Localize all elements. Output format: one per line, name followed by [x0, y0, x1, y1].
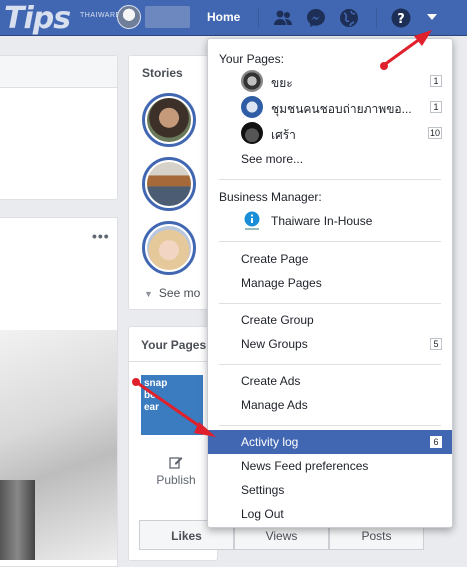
business-item[interactable]: Thaiware In-House	[208, 209, 452, 233]
page-item[interactable]: ขยะ 1	[208, 69, 452, 93]
composer-card-header	[0, 56, 117, 88]
page-name: ชุมชนคนชอบถ่ายภาพขอ...	[271, 102, 412, 116]
your-pages-section-label: Your Pages:	[219, 52, 284, 66]
new-groups-label: New Groups	[241, 337, 308, 351]
home-link[interactable]: Home	[207, 10, 240, 24]
messenger-icon[interactable]	[305, 7, 327, 29]
manage-ads-item[interactable]: Manage Ads	[208, 393, 452, 417]
create-page-item[interactable]: Create Page	[208, 247, 452, 271]
news-feed-preferences-item[interactable]: News Feed preferences	[208, 454, 452, 478]
menu-divider	[219, 303, 441, 304]
watermark-brand: THAIWARE	[80, 12, 121, 19]
post-options-icon[interactable]: •••	[92, 228, 110, 244]
menu-divider	[219, 179, 441, 180]
settings-item[interactable]: Settings	[208, 478, 452, 502]
create-group-label: Create Group	[241, 313, 314, 327]
menu-divider	[219, 364, 441, 365]
story-image	[147, 226, 191, 270]
menu-divider	[219, 241, 441, 242]
story-thumbnail[interactable]	[142, 157, 196, 211]
globe-icon[interactable]	[338, 7, 360, 29]
story-image	[147, 98, 191, 142]
see-more-stories-label: See mo	[158, 286, 201, 300]
watermark-logo: Tips	[4, 1, 71, 36]
chevron-down-icon: ▼	[144, 289, 153, 299]
see-more-pages-link[interactable]: See more...	[208, 147, 452, 171]
svg-text:?: ?	[397, 12, 405, 27]
manage-pages-item[interactable]: Manage Pages	[208, 271, 452, 295]
story-thumbnail[interactable]	[142, 221, 196, 275]
page-item[interactable]: ชุมชนคนชอบถ่ายภาพขอ... 1	[208, 95, 452, 119]
page-logo-text: ear	[144, 402, 160, 413]
account-dropdown-menu: Your Pages: ขยะ 1 ชุมชนคนชอบถ่ายภาพขอ...…	[207, 38, 453, 528]
friends-icon[interactable]	[272, 7, 294, 29]
stories-title: Stories	[142, 66, 183, 80]
your-pages-title: Your Pages	[141, 338, 207, 352]
page-avatar	[241, 96, 263, 118]
post-photo[interactable]	[0, 330, 117, 560]
profile-avatar[interactable]	[117, 5, 141, 29]
notification-count-badge: 1	[430, 101, 442, 113]
stories-card: Stories ▼ See mo	[128, 55, 218, 310]
page-avatar	[241, 122, 263, 144]
caret-down-icon[interactable]	[426, 11, 438, 25]
create-ads-item[interactable]: Create Ads	[208, 369, 452, 393]
page-name: เศร้า	[271, 128, 296, 142]
divider	[129, 361, 217, 362]
activity-log-label: Activity log	[241, 435, 299, 449]
topbar-divider	[376, 8, 377, 28]
see-more-stories-link[interactable]: ▼ See mo	[144, 286, 200, 300]
photo-detail	[0, 480, 35, 560]
top-navigation-bar: Tips THAIWARE Home ?	[0, 0, 467, 36]
help-icon[interactable]: ?	[390, 7, 412, 29]
page-logo-text: be	[144, 390, 156, 401]
log-out-item[interactable]: Log Out	[208, 502, 452, 526]
notification-count-badge: 6	[430, 436, 442, 448]
composer-card	[0, 55, 118, 200]
new-groups-item[interactable]: New Groups 5	[208, 332, 452, 356]
page-logo-text: snap	[144, 378, 168, 389]
publish-button[interactable]: Publish	[151, 455, 201, 487]
info-icon	[243, 210, 265, 232]
story-image	[147, 162, 191, 206]
page-avatar	[241, 70, 263, 92]
notification-count-badge: 1	[430, 75, 442, 87]
notification-count-badge: 5	[430, 338, 442, 350]
page-item[interactable]: เศร้า 10	[208, 121, 452, 145]
topbar-divider	[258, 8, 259, 28]
page-name: ขยะ	[271, 76, 293, 90]
business-manager-label: Business Manager:	[219, 190, 322, 204]
menu-divider	[219, 425, 441, 426]
publish-label: Publish	[156, 473, 196, 487]
profile-name-redacted[interactable]	[145, 6, 190, 28]
create-group-item[interactable]: Create Group	[208, 308, 452, 332]
activity-log-item[interactable]: Activity log 6	[208, 430, 452, 454]
notification-count-badge: 10	[427, 127, 442, 139]
edit-icon	[169, 457, 183, 469]
page-logo[interactable]: snap be ear	[141, 375, 203, 435]
business-name: Thaiware In-House	[271, 214, 373, 228]
story-thumbnail[interactable]	[142, 93, 196, 147]
